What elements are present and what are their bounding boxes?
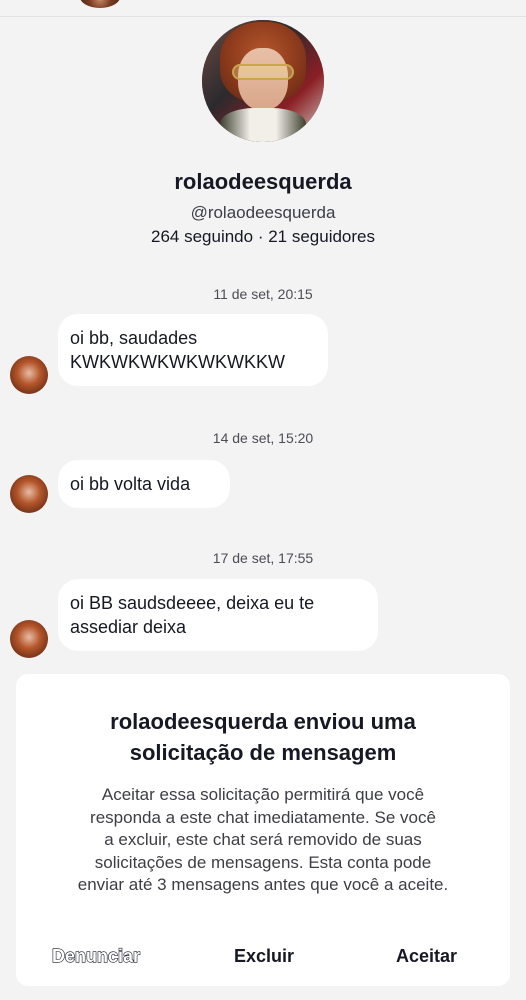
report-button[interactable]: Denunciar [51,945,140,967]
top-avatar[interactable] [80,0,120,8]
avatar-glasses [232,64,294,80]
profile-username[interactable]: rolaodeesquerda [0,169,526,195]
message-line: assediar deixa [70,617,187,637]
message-timestamp: 14 de set, 15:20 [212,430,314,446]
request-title-line: solicitação de mensagem [129,740,397,765]
profile-stats: 264 seguindo · 21 seguidores [151,227,375,246]
request-description-line: enviar até 3 mensagens antes que você a … [77,875,449,894]
message-line: oi bb, saudades [70,328,198,348]
request-description-line: Aceitar essa solicitação permitirá que v… [101,785,425,804]
message-bubble[interactable]: oi bb, saudades KWKWKWKWKWKWKKW [58,314,328,386]
request-description-line: responda a este chat imediatamente. Se v… [90,807,436,827]
request-description: Aceitar essa solicitação permitirá que v… [38,784,488,897]
sender-avatar[interactable] [10,475,48,513]
request-actions: Denunciar Excluir Aceitar [16,945,510,976]
request-description-line: solicitações de mensagens. Esta conta po… [94,852,432,872]
request-description-line: a excluir, este chat será removido de su… [104,830,422,849]
request-title: rolaodeesquerda enviou uma solicitação d… [36,706,490,768]
message-bubble[interactable]: oi BB saudsdeeee, deixa eu te assediar d… [58,579,378,651]
sender-avatar[interactable] [10,620,48,658]
message-line: KWKWKWKWKWKWKKW [70,352,285,372]
message-bubble[interactable]: oi bb volta vida [58,460,230,508]
profile-handle: @rolaodeesquerda [190,203,336,222]
message-line: oi bb volta vida [70,474,191,494]
top-bar [0,0,526,17]
avatar-shirt [220,108,306,142]
accept-button[interactable]: Aceitar [396,946,457,967]
message-timestamp: 11 de set, 20:15 [213,286,313,302]
sender-avatar[interactable] [10,356,48,394]
message-timestamp: 17 de set, 17:55 [212,550,314,566]
delete-button[interactable]: Excluir [234,946,294,967]
profile-avatar[interactable] [202,20,324,142]
request-title-line: rolaodeesquerda enviou uma [110,709,416,734]
message-request-sheet: rolaodeesquerda enviou uma solicitação d… [16,674,510,986]
message-line: oi BB saudsdeeee, deixa eu te [70,593,315,613]
